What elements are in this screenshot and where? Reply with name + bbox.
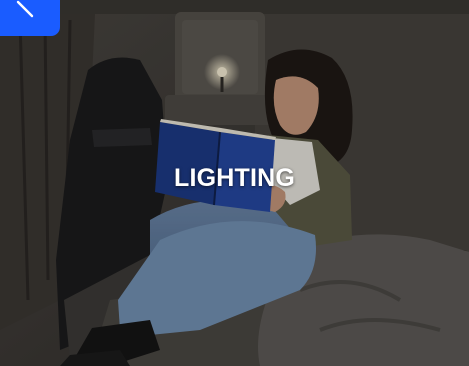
category-title: LIGHTING — [173, 164, 296, 192]
category-card-lighting[interactable]: LIGHTING — [0, 0, 469, 366]
chevron-left-icon — [16, 0, 34, 18]
back-badge[interactable] — [0, 0, 60, 36]
